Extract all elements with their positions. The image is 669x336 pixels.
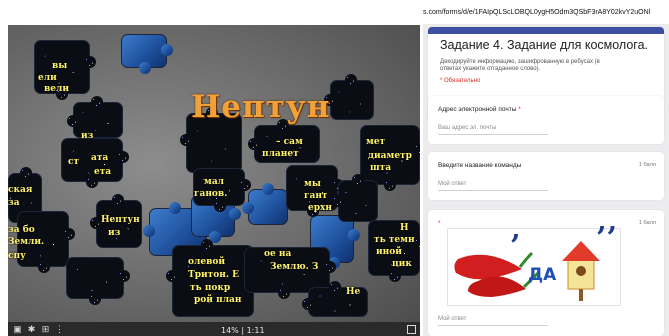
piece-text: ть покр	[190, 283, 231, 293]
piece-text: иной	[376, 247, 402, 257]
piece-text: Землю. З	[270, 262, 319, 272]
required-note: * Обязательно	[440, 78, 481, 84]
puzzle-game-canvas[interactable]: Нептун вы ели вели из ата ета ст ская за…	[8, 25, 420, 336]
piece-text: диаметр	[368, 151, 412, 161]
piece-text: цик	[392, 259, 412, 269]
piece-text: ская	[8, 185, 33, 195]
piece-text: Тритон. Е	[188, 270, 239, 280]
piece-text: Не	[346, 287, 361, 297]
puzzle-piece[interactable]	[324, 74, 374, 120]
piece-text: шта	[370, 163, 392, 173]
piece-text: ели	[38, 73, 57, 83]
puzzle-piece[interactable]	[166, 239, 254, 317]
piece-text: Земли.	[8, 237, 45, 247]
piece-text: мал	[204, 177, 224, 187]
piece-text: за бо	[8, 225, 35, 235]
rebus-image: ’ ДА ’’	[447, 221, 621, 306]
piece-text: вы	[52, 61, 68, 71]
fullscreen-icon[interactable]	[407, 325, 416, 334]
email-question-card: Адрес электронной почты * Ваш адрес эл. …	[428, 96, 664, 144]
piece-text: ата	[91, 153, 109, 163]
settings-icon[interactable]: ✱	[27, 324, 36, 334]
piece-text: ст	[68, 157, 80, 167]
puzzle-title-word: Нептун	[191, 89, 331, 125]
menu-icon[interactable]: ⋮	[55, 324, 64, 334]
image-icon[interactable]: ▣	[13, 324, 22, 334]
progress-timer: 14% | 1:11	[221, 326, 265, 335]
piece-text: планет	[262, 149, 299, 159]
piece-text: ерхн	[308, 203, 332, 213]
puzzle-piece[interactable]	[121, 34, 173, 74]
grid-icon[interactable]: ⊞	[41, 324, 50, 334]
piece-text: рой план	[194, 295, 242, 305]
rebus-question-card: * 1 балл ’ ДА ’’ Мой ответ	[428, 210, 664, 336]
piece-text: ета	[94, 167, 112, 177]
email-question-label: Адрес электронной почты *	[438, 106, 521, 113]
rebus-comma: ’	[510, 229, 521, 264]
piece-text: ое на	[264, 249, 292, 259]
team-question-label: Введите название команды	[438, 162, 522, 169]
address-bar-url[interactable]: s.com/forms/d/e/1FAIpQLScLOBQL0ygH5Odm3Q…	[423, 9, 650, 16]
piece-text: ганов.	[194, 189, 228, 199]
piece-text: из	[108, 228, 121, 238]
rebus-question-label: *	[438, 220, 441, 227]
team-question-card: Введите название команды 1 балл Мой отве…	[428, 152, 664, 200]
email-field[interactable]: Ваш адрес эл. почты	[438, 125, 548, 135]
rebus-comma: ’’	[596, 221, 617, 256]
piece-text: за	[8, 198, 20, 208]
puzzle-piece[interactable]	[332, 174, 378, 222]
piece-text: мет	[366, 137, 386, 147]
piece-text: – сам	[276, 137, 303, 147]
piece-text: ть темн	[374, 235, 415, 245]
rebus-answer-input[interactable]: Мой ответ	[438, 316, 548, 326]
game-control-bar: ▣ ✱ ⊞ ⋮ 14% | 1:11	[8, 322, 420, 336]
piece-text: Н	[400, 223, 409, 233]
puzzle-piece[interactable]	[242, 183, 288, 225]
piece-text: Нептун	[101, 215, 140, 225]
puzzle-piece[interactable]	[66, 257, 130, 305]
piece-text: спу	[8, 251, 26, 261]
rebus-letters: ДА	[528, 265, 557, 285]
piece-text: из	[81, 131, 94, 141]
form-description: Декодируйте информацию, зашифрованную в …	[440, 59, 600, 72]
form-title: Задание 4. Задание для космолога.	[440, 38, 649, 52]
piece-text: гант	[304, 191, 328, 201]
team-name-input[interactable]: Мой ответ	[438, 181, 548, 191]
piece-text: мы	[304, 179, 321, 189]
points-badge: 1 балл	[638, 162, 656, 168]
points-badge: 1 балл	[638, 220, 656, 226]
google-form: Задание 4. Задание для космолога. Декоди…	[423, 24, 669, 336]
piece-text: вели	[44, 84, 70, 94]
piece-text: олевой	[188, 257, 226, 267]
